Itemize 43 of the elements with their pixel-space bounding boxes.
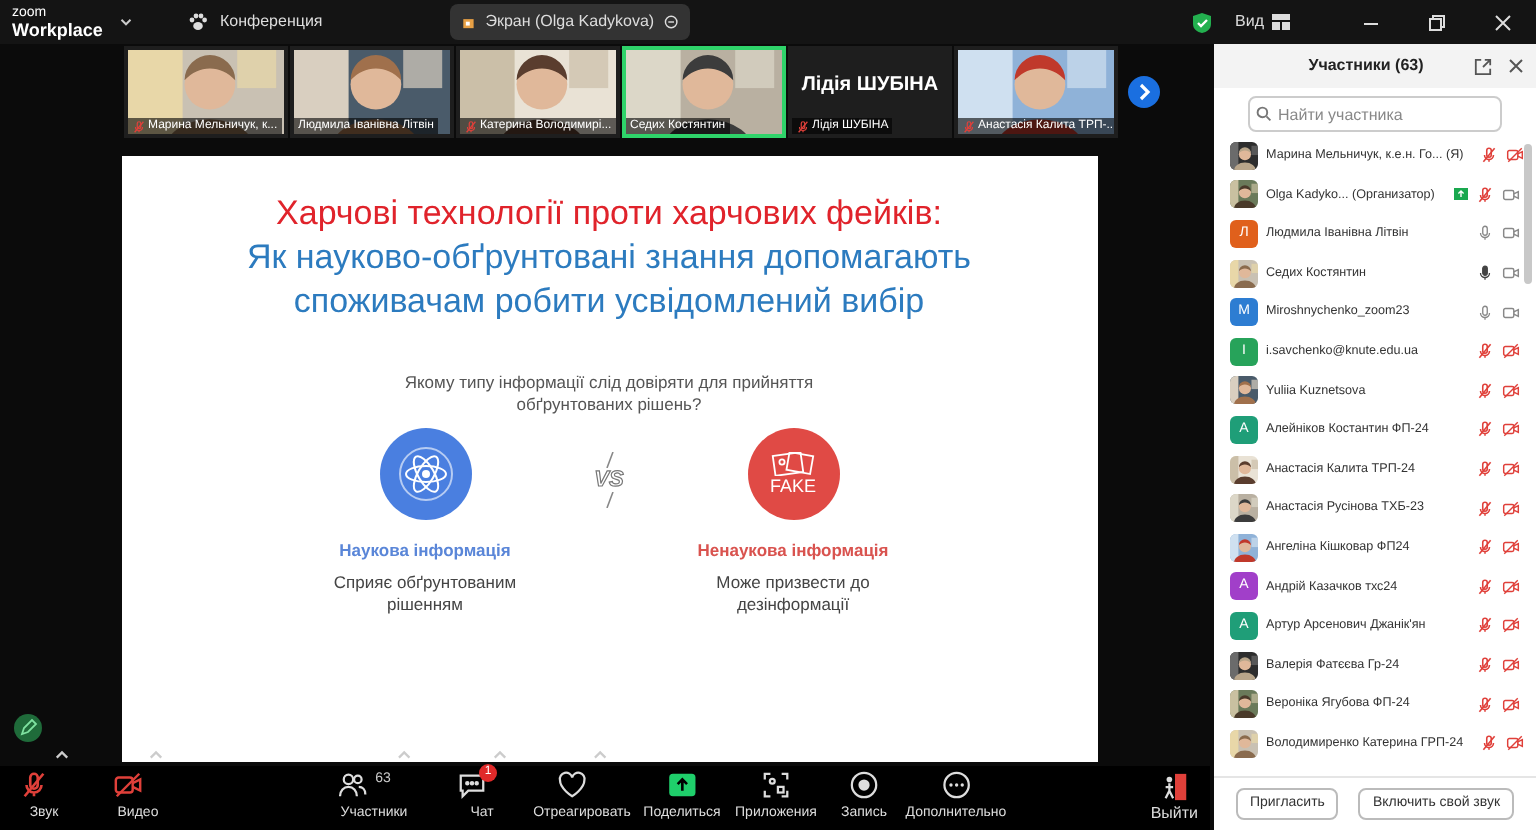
leave-button[interactable]: Выйти	[1150, 770, 1198, 824]
grid-icon	[1272, 14, 1290, 30]
option-text: Може призвести до дезінформації	[714, 571, 872, 616]
meeting-label: Конференция	[220, 10, 323, 34]
photos-icon	[767, 452, 819, 476]
exit-door-icon	[1159, 770, 1190, 804]
view-button[interactable]: Вид	[1235, 10, 1290, 34]
option-label: Ненаукова інформація	[697, 538, 889, 564]
paw-icon	[188, 12, 208, 32]
slide-question: Якому типу інформації слід довіряти для прийняття обґрунтованих рішень?	[402, 372, 816, 416]
people-icon	[337, 770, 368, 800]
apps-icon	[761, 770, 791, 800]
shield-icon[interactable]	[1191, 11, 1212, 33]
atom-icon	[379, 428, 471, 520]
heart-icon	[557, 770, 587, 800]
logo-text: Workplace	[12, 22, 105, 38]
minus-circle-icon[interactable]	[664, 12, 679, 32]
slide-title: споживачам робити усвідомлений вибір	[293, 280, 925, 324]
search-field[interactable]: Найти участника	[1248, 96, 1502, 132]
search-icon	[1256, 106, 1272, 122]
screen-icon	[462, 13, 476, 31]
fake-label: FAKE	[769, 476, 816, 496]
participant-name: Лідія ШУБІНА	[799, 72, 941, 100]
chevron-icon[interactable]	[120, 18, 132, 26]
close-icon[interactable]	[1508, 58, 1524, 74]
slide-title: Харчові технології проти харчових фейків:	[276, 192, 942, 236]
scrollbar-thumb[interactable]	[1524, 144, 1532, 284]
option-label: Наукова інформація	[339, 538, 511, 564]
more-icon	[941, 770, 971, 800]
caret-icon[interactable]	[55, 750, 69, 760]
restore-icon[interactable]	[1428, 13, 1446, 31]
record-icon	[849, 770, 879, 800]
next-page-button[interactable]	[1128, 76, 1160, 108]
chat-icon	[457, 770, 487, 800]
pencil-icon[interactable]	[14, 714, 42, 742]
lightning-icon	[605, 452, 613, 468]
lightning-icon	[605, 492, 613, 508]
pop-out-icon[interactable]	[1474, 57, 1492, 75]
slide-title: Як науково-обґрунтовані знання допомагають	[246, 236, 971, 280]
panel-title: Участники (63)	[1306, 54, 1426, 78]
screen-share-pill[interactable]: Экран (Olga Kadykova)	[450, 4, 691, 40]
option-text: Сприяє обґрунтованим рішенням	[331, 571, 519, 616]
vs-label: VS	[594, 468, 624, 492]
